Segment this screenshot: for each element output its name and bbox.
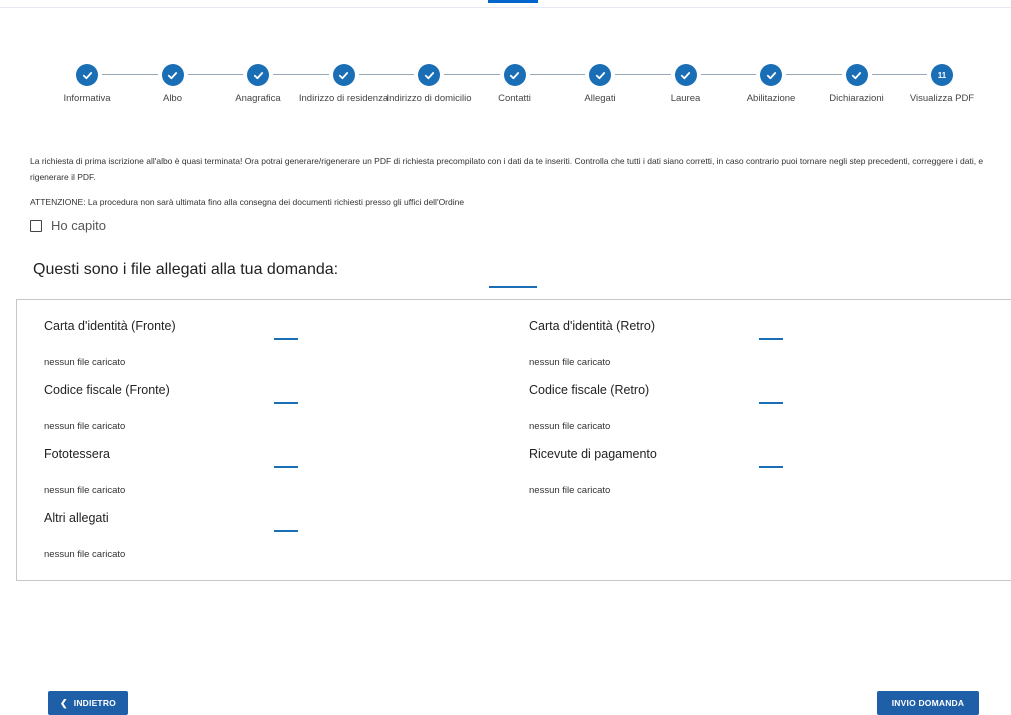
- files-title: Questi sono i file allegati alla tua dom…: [33, 261, 339, 278]
- attachment-name: Codice fiscale (Fronte): [44, 383, 170, 397]
- step-item[interactable]: Indirizzo di residenza: [298, 62, 390, 106]
- step-number: 11: [931, 64, 953, 86]
- attachment-upload-link[interactable]: [759, 338, 783, 340]
- attachment-item: Codice fiscale (Retro) nessun file carica…: [529, 383, 783, 432]
- step-item[interactable]: Abilitazione: [725, 62, 817, 106]
- attachment-status: nessun file caricato: [44, 485, 126, 496]
- step-label: Indirizzo di residenza: [298, 93, 389, 104]
- check-icon: [760, 64, 782, 86]
- step-label: Visualizza PDF: [909, 93, 975, 104]
- check-icon: [503, 64, 526, 86]
- step-item[interactable]: Indirizzo di domicilio: [383, 62, 475, 106]
- submit-button[interactable]: INVIO DOMANDA: [877, 691, 979, 715]
- step-item[interactable]: Dichiarazioni: [811, 62, 903, 106]
- attachments-panel: Carta d'identità (Fronte) nessun file car…: [16, 299, 1011, 581]
- step-label: Indirizzo di domicilio: [386, 93, 472, 104]
- acknowledge-row[interactable]: Ho capito: [30, 218, 106, 233]
- top-divider: [0, 7, 1011, 8]
- attachment-status: nessun file caricato: [44, 421, 126, 432]
- step-label: Laurea: [670, 93, 701, 104]
- acknowledge-checkbox[interactable]: [30, 219, 42, 232]
- attachment-upload-link[interactable]: [759, 402, 783, 404]
- attachment-name: Codice fiscale (Retro): [529, 383, 650, 397]
- step-label: Dichiarazioni: [829, 93, 884, 104]
- step-item[interactable]: Contatti: [469, 62, 561, 106]
- check-icon: [674, 64, 697, 86]
- attachment-item: Carta d'identità (Fronte) nessun file car…: [44, 319, 298, 368]
- top-accent-bar: [488, 0, 538, 3]
- attachment-status: nessun file caricato: [529, 421, 611, 432]
- attachment-item: Ricevute di pagamento nessun file caricat…: [529, 447, 783, 496]
- attachment-status: nessun file caricato: [529, 485, 611, 496]
- step-item[interactable]: Laurea: [640, 62, 732, 106]
- step-item[interactable]: 11 Visualizza PDF: [896, 62, 988, 106]
- step-item[interactable]: Allegati: [554, 62, 646, 106]
- attachment-name: Carta d'identità (Fronte): [44, 319, 176, 333]
- step-label: Allegati: [584, 93, 616, 104]
- progress-stepper: Informativa Albo Anagrafica Indirizzo di re…: [40, 62, 1000, 132]
- attachment-upload-link[interactable]: [274, 338, 298, 340]
- intro-text: La richiesta di prima iscrizione all'alb…: [30, 156, 984, 182]
- step-label: Abilitazione: [746, 93, 796, 104]
- attachment-upload-link[interactable]: [274, 466, 298, 468]
- check-icon: [418, 64, 440, 86]
- attachment-status: nessun file caricato: [529, 357, 611, 368]
- attachment-upload-link[interactable]: [759, 466, 783, 468]
- back-button-label: INDIETRO: [73, 698, 116, 708]
- back-button[interactable]: ❮ INDIETRO: [48, 691, 128, 715]
- warning-text: ATTENZIONE: La procedura non sarà ultima…: [30, 197, 465, 207]
- attachment-name: Altri allegati: [44, 511, 109, 525]
- attachment-item: Carta d'identità (Retro) nessun file cari…: [529, 319, 783, 368]
- step-label: Contatti: [498, 93, 531, 104]
- step-label: Albo: [162, 93, 182, 104]
- step-item[interactable]: Albo: [127, 62, 219, 106]
- attachment-upload-link[interactable]: [274, 402, 298, 404]
- check-icon: [332, 64, 355, 86]
- chevron-left-icon: ❮: [60, 697, 68, 708]
- attachment-status: nessun file caricato: [44, 549, 126, 560]
- check-icon: [845, 64, 868, 86]
- attachment-status: nessun file caricato: [44, 357, 126, 368]
- step-label: Anagrafica: [235, 93, 281, 104]
- attachment-item: Codice fiscale (Fronte) nessun file caric…: [44, 383, 298, 432]
- step-item[interactable]: Anagrafica: [212, 62, 304, 106]
- step-label: Informativa: [63, 93, 111, 104]
- check-icon: [247, 64, 269, 86]
- step-item[interactable]: Informativa: [41, 62, 133, 106]
- acknowledge-label: Ho capito: [51, 218, 106, 233]
- check-icon: [161, 64, 184, 86]
- attachment-name: Ricevute di pagamento: [529, 447, 657, 461]
- check-icon: [589, 64, 611, 86]
- attachment-name: Carta d'identità (Retro): [529, 319, 656, 333]
- attachment-item: Fototessera nessun file caricato: [44, 447, 298, 496]
- attachment-item: Altri allegati nessun file caricato: [44, 511, 298, 560]
- title-underline: [489, 286, 537, 288]
- attachment-name: Fototessera: [44, 447, 111, 461]
- check-icon: [76, 64, 98, 86]
- attachment-upload-link[interactable]: [274, 530, 298, 532]
- submit-button-label: INVIO DOMANDA: [891, 698, 965, 708]
